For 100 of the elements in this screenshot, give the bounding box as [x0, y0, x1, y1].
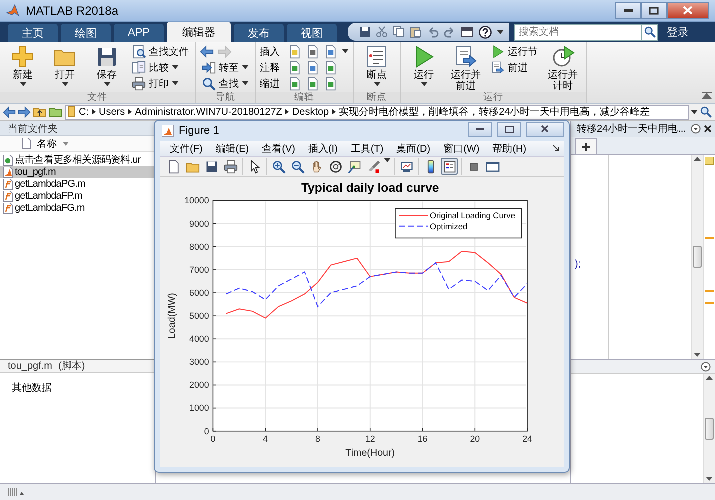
x-tick-label: 0	[210, 434, 216, 444]
menu-circle-icon[interactable]	[701, 362, 711, 372]
list-icon	[365, 45, 389, 69]
sort-caret-icon	[63, 142, 69, 146]
close-icon	[541, 125, 549, 133]
y-tick-label: 7000	[190, 264, 210, 275]
collapse-icon[interactable]	[702, 92, 712, 100]
close-button[interactable]	[667, 2, 709, 19]
edit-tool-icon[interactable]	[324, 44, 338, 58]
redo-icon[interactable]	[444, 26, 456, 38]
window-icon[interactable]	[461, 26, 474, 38]
edit-tool-icon[interactable]	[306, 76, 320, 90]
minimize-button[interactable]	[468, 122, 492, 136]
ribbon-button[interactable]: 转至	[200, 60, 251, 75]
file-name: getLambdaFP.m	[15, 190, 82, 202]
file-item[interactable]: tou_pgf.m	[0, 166, 155, 178]
ribbon-button[interactable]: 断点	[358, 44, 396, 88]
details-text: 其他数据	[12, 383, 52, 394]
menu-item[interactable]: 插入(I)	[302, 142, 344, 156]
file-item[interactable]: 点击查看更多相关源码资料.ur	[0, 154, 155, 166]
group-label: 导航	[196, 92, 255, 103]
path-segment[interactable]: 实现分时电价模型，削峰填谷，转移24小时一天中用电高，减少谷峰差	[339, 106, 650, 118]
data-cursor-icon	[348, 160, 362, 174]
new-tab-button[interactable]	[575, 138, 597, 154]
ribbon-button[interactable]: 查找	[200, 76, 251, 91]
path-segment[interactable]: Users	[99, 106, 126, 118]
window-icon	[486, 160, 500, 174]
edit-tool-icon[interactable]	[288, 44, 302, 58]
y-tick-label: 1000	[190, 403, 210, 414]
ribbon-tab[interactable]: 绘图	[61, 24, 111, 42]
chevron-icon	[92, 109, 96, 115]
scroll-up-icon	[706, 376, 713, 380]
back-arrow-icon[interactable]	[3, 106, 16, 118]
grip-icon[interactable]	[8, 487, 24, 497]
edit-tool-icon[interactable]	[324, 76, 338, 90]
menu-circle-icon[interactable]	[691, 124, 701, 134]
dock-arrow-icon[interactable]	[553, 145, 560, 152]
legend-icon	[442, 160, 456, 174]
ribbon-tab[interactable]: 发布	[234, 24, 284, 42]
editor-scrollbar[interactable]	[691, 155, 703, 359]
ribbon-button[interactable]: 运行	[405, 44, 443, 88]
scrollbar-thumb[interactable]	[693, 246, 702, 268]
scroll-down-icon	[694, 353, 701, 357]
close-icon[interactable]	[704, 125, 712, 133]
search-button[interactable]	[642, 24, 658, 40]
browse-folder-icon[interactable]	[49, 106, 63, 118]
ribbon-tab[interactable]: APP	[114, 24, 164, 42]
x-tick-label: 4	[263, 434, 268, 444]
column-header[interactable]: 名称	[37, 136, 57, 150]
scissors-icon[interactable]	[376, 26, 388, 38]
menu-item[interactable]: 查看(V)	[256, 142, 302, 156]
up-folder-icon[interactable]	[33, 106, 47, 118]
rotate-icon	[328, 160, 342, 174]
menu-item[interactable]: 编辑(E)	[210, 142, 256, 156]
toolbar-button[interactable]	[222, 158, 239, 175]
ribbon-button[interactable]: 新建	[4, 44, 42, 88]
menu-item[interactable]: 工具(T)	[344, 142, 390, 156]
maximize-button[interactable]	[497, 122, 521, 136]
back-arrow-icon[interactable]	[200, 44, 214, 58]
search-field[interactable]: 搜索文档	[514, 24, 642, 40]
file-item[interactable]: getLambdaPG.m	[0, 178, 155, 190]
edit-tool-icon[interactable]	[288, 60, 302, 74]
ribbon-tab[interactable]: 视图	[287, 24, 337, 42]
file-item[interactable]: getLambdaFP.m	[0, 190, 155, 202]
ribbon-button[interactable]: 查找文件	[130, 44, 191, 59]
sign-in-button[interactable]: 登录	[663, 23, 693, 41]
ribbon-tab[interactable]: 编辑器	[167, 22, 231, 42]
menu-item[interactable]: 窗口(W)	[438, 142, 486, 156]
undo-icon[interactable]	[427, 26, 439, 38]
ribbon-button[interactable]: 运行节	[489, 44, 540, 59]
x-tick-label: 8	[316, 434, 320, 444]
ribbon-button[interactable]: 打开	[46, 44, 84, 88]
scrollbar-thumb[interactable]	[705, 418, 714, 440]
copy-icon[interactable]	[393, 26, 405, 38]
minimize-button[interactable]	[615, 2, 641, 19]
edit-tool-icon[interactable]	[306, 44, 320, 58]
help-icon[interactable]	[479, 26, 492, 38]
file-item[interactable]: getLambdaFG.m	[0, 202, 155, 214]
ribbon-button[interactable]: 前进	[489, 60, 540, 75]
compare-documents-icon	[132, 60, 146, 74]
forward-arrow-icon[interactable]	[18, 106, 31, 118]
path-segment[interactable]: C:	[79, 106, 89, 118]
menu-item[interactable]: 文件(F)	[164, 142, 209, 156]
edit-tool-icon[interactable]	[324, 60, 338, 74]
ribbon-tab[interactable]: 主页	[8, 24, 58, 42]
close-button[interactable]	[526, 122, 564, 136]
toolbar-button[interactable]	[441, 158, 458, 175]
edit-tool-icon[interactable]	[288, 76, 302, 90]
command-scrollbar[interactable]	[703, 374, 715, 483]
ribbon-button[interactable]: 比较	[130, 60, 191, 75]
edit-tool-icon[interactable]	[306, 60, 320, 74]
menu-item[interactable]: 桌面(D)	[390, 142, 437, 156]
ribbon-button[interactable]: 保存	[88, 44, 126, 88]
path-segment[interactable]: Desktop	[292, 106, 330, 118]
path-segment[interactable]: Administrator.WIN7U-20180127Z	[135, 106, 282, 118]
toolbar-button[interactable]	[327, 158, 344, 175]
clipboard-icon[interactable]	[410, 26, 422, 38]
ribbon-button[interactable]: 打印	[130, 76, 191, 91]
maximize-button[interactable]	[641, 2, 667, 19]
menu-item[interactable]: 帮助(H)	[486, 142, 533, 156]
